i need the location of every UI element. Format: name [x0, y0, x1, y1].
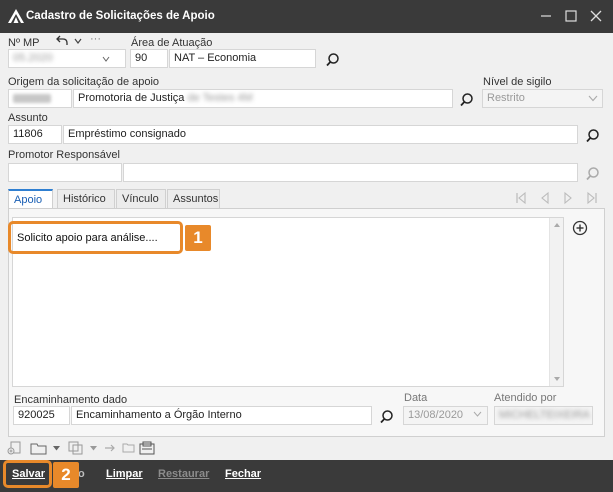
undo-icon[interactable] — [56, 35, 68, 46]
copy-document-icon[interactable] — [68, 441, 84, 455]
move-document-icon[interactable] — [104, 442, 118, 454]
sigilo-value: Restrito — [487, 92, 525, 104]
area-code-field[interactable]: 90 — [130, 49, 168, 68]
chevron-down-icon[interactable] — [588, 95, 598, 102]
nr-mp-value: 05.2020 — [13, 52, 53, 64]
promotor-code-field[interactable] — [8, 163, 122, 182]
promotor-label: Promotor Responsável — [8, 149, 120, 161]
origem-desc-value: Promotoria de Justiça — [78, 92, 185, 104]
tab-historico[interactable]: Histórico — [57, 189, 115, 209]
clear-button[interactable]: Limpar — [106, 468, 143, 480]
scroll-down-icon[interactable] — [553, 376, 561, 382]
data-label: Data — [404, 392, 428, 404]
sigilo-label: Nível de sigilo — [483, 76, 552, 88]
last-record-icon[interactable] — [585, 191, 599, 205]
assunto-desc-field[interactable]: Empréstimo consignado — [63, 125, 578, 144]
open-document-icon[interactable] — [122, 442, 136, 454]
search-icon[interactable] — [584, 165, 602, 183]
tab-vinculo[interactable]: Vínculo — [116, 189, 166, 209]
tab-apoio[interactable]: Apoio — [8, 189, 53, 209]
search-icon[interactable] — [324, 51, 342, 69]
assunto-code-field[interactable]: 11806 — [8, 125, 62, 144]
atendido-label: Atendido por — [494, 392, 557, 404]
maximize-icon[interactable] — [561, 6, 581, 26]
add-circle-icon[interactable] — [572, 220, 588, 236]
data-value: 13/08/2020 — [408, 409, 464, 421]
origem-desc-suffix: de Testes 4M — [187, 92, 253, 104]
search-icon[interactable] — [458, 91, 476, 109]
sigilo-select[interactable]: Restrito — [482, 89, 603, 108]
action-bar: Salvar o Limpar Restaurar Fechar — [0, 460, 613, 492]
atendido-value: MICHELTEIXEIRA — [499, 409, 590, 421]
dropdown-chevron-icon[interactable] — [102, 56, 110, 62]
encaminhamento-label: Encaminhamento dado — [14, 394, 128, 406]
callout-badge-2: 2 — [53, 462, 79, 488]
encaminhamento-code-field[interactable]: 920025 — [13, 406, 70, 425]
close-icon[interactable] — [586, 6, 606, 26]
next-record-icon[interactable] — [561, 191, 575, 205]
atendido-field: MICHELTEIXEIRA — [494, 406, 593, 425]
origem-desc-field[interactable]: Promotoria de Justiça de Testes 4M — [73, 89, 453, 108]
origem-code-field[interactable] — [8, 89, 72, 108]
nr-mp-label: Nº MP — [8, 37, 40, 49]
search-icon[interactable] — [584, 127, 602, 145]
callout-highlight-1 — [8, 221, 183, 254]
search-icon[interactable] — [378, 408, 396, 426]
scan-document-icon[interactable] — [139, 441, 155, 455]
add-attachment-icon[interactable] — [7, 441, 23, 455]
scroll-up-icon[interactable] — [553, 222, 561, 228]
close-button[interactable]: Fechar — [225, 468, 261, 480]
assunto-label: Assunto — [8, 112, 48, 124]
encaminhamento-desc-field[interactable]: Encaminhamento a Órgão Interno — [71, 406, 372, 425]
textarea-scrollbar[interactable] — [549, 218, 563, 386]
promotor-desc-field[interactable] — [123, 163, 578, 182]
callout-highlight-2 — [3, 460, 52, 488]
callout-badge-1: 1 — [185, 225, 211, 251]
app-logo-icon — [8, 9, 24, 23]
hidden-button-fragment: o — [78, 468, 85, 480]
area-desc-field[interactable]: NAT – Economia — [169, 49, 316, 68]
first-record-icon[interactable] — [514, 191, 528, 205]
restore-button[interactable]: Restaurar — [158, 468, 209, 480]
origem-label: Origem da solicitação de apoio — [8, 76, 160, 88]
chevron-down-icon[interactable] — [74, 37, 82, 45]
prev-record-icon[interactable] — [538, 191, 552, 205]
title-bar: Cadastro de Solicitações de Apoio — [0, 0, 613, 33]
chevron-down-icon[interactable] — [90, 446, 97, 451]
window-title: Cadastro de Solicitações de Apoio — [26, 10, 215, 22]
minimize-icon[interactable] — [536, 6, 556, 26]
chevron-down-icon[interactable] — [473, 411, 482, 417]
area-label: Área de Atuação — [131, 37, 213, 49]
more-icon[interactable]: ··· — [90, 33, 101, 45]
folder-icon[interactable] — [30, 441, 48, 455]
tab-assuntos[interactable]: Assuntos — [167, 189, 220, 209]
chevron-down-icon[interactable] — [53, 446, 60, 451]
